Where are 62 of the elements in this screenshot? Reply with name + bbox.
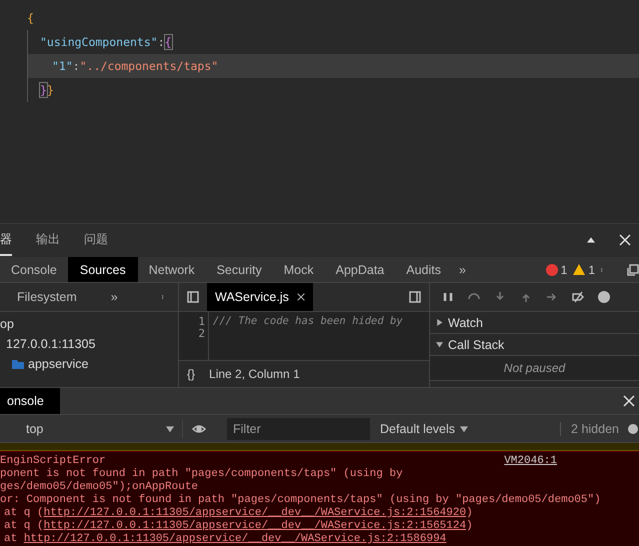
source-link[interactable]: VM2046:1	[504, 454, 557, 467]
filter-field[interactable]: Filter	[227, 418, 370, 440]
tree-item[interactable]: appservice	[28, 357, 88, 372]
devtools-tab[interactable]: Audits	[395, 256, 452, 282]
dock-icon[interactable]	[627, 264, 639, 276]
close-icon[interactable]	[619, 234, 631, 246]
collapsed-icon[interactable]	[436, 319, 443, 326]
navigator-tab[interactable]: Filesystem	[10, 290, 84, 304]
warning-icon	[573, 264, 586, 276]
code-line: {	[26, 10, 35, 27]
devtools-tab[interactable]: Mock	[272, 256, 325, 282]
levels-dropdown[interactable]: Default levels	[380, 422, 468, 436]
context-select[interactable]: top	[0, 420, 183, 438]
sidebar-toggle-icon[interactable]	[409, 291, 421, 304]
error-text: ges/demo05/demo05");onAppRoute	[0, 480, 198, 494]
error-text: or: Component is not found in path "pages/components/taps" (using by "pages/demo05/demo05")	[0, 494, 601, 507]
step-icon[interactable]	[546, 291, 558, 304]
expanded-icon[interactable]	[436, 341, 443, 348]
more-tabs-button[interactable]: »	[452, 256, 473, 282]
error-icon	[546, 264, 558, 276]
stack-line: at q (http://127.0.0.1:11305/appservice/__dev__/WAService.js:2:1564920)	[3, 506, 473, 520]
sidebar-toggle-icon[interactable]	[187, 291, 199, 304]
dropdown-icon	[460, 424, 468, 433]
devtools-tab[interactable]: Network	[138, 256, 206, 282]
stack-link[interactable]: http://127.0.0.1:11305/appservice/__dev__/WAService.js:2:1564920	[44, 506, 466, 519]
stack-link[interactable]: http://127.0.0.1:11305/appservice/__dev__/WAService.js:2:1586994	[24, 532, 446, 545]
warning-count: 1	[588, 262, 595, 277]
line-number: 2	[197, 327, 205, 340]
stack-line: at q (http://127.0.0.1:11305/appservice/__dev__/WAService.js:2:1565124)	[3, 520, 473, 533]
code-line: }}	[27, 78, 639, 102]
not-paused-message: Not paused	[430, 356, 639, 382]
file-tab[interactable]: WAService.js	[207, 283, 313, 312]
folder-icon	[12, 358, 24, 370]
deactivate-breakpoints-icon[interactable]	[572, 291, 584, 304]
cursor-position: Line 2, Column 1	[209, 366, 300, 381]
console-drawer-tab[interactable]: onsole	[0, 388, 60, 414]
hidden-count: 2 hidden	[560, 422, 619, 436]
dropdown-icon	[166, 424, 174, 433]
devtools-tab[interactable]: Console	[0, 256, 68, 282]
devtools-tab[interactable]: AppData	[324, 256, 396, 282]
error-count: 1	[560, 262, 568, 277]
stack-line: at http://127.0.0.1:11305/appservice/__dev__/WAService.js:2:1586994	[3, 532, 446, 546]
close-icon[interactable]	[623, 394, 635, 407]
code-comment: /// The code has been hided by	[213, 315, 403, 328]
panel-tab[interactable]: 问题	[84, 224, 108, 256]
error-text: EnginScriptError	[0, 454, 106, 468]
format-button[interactable]: {}	[187, 366, 196, 381]
devtools-tab[interactable]: Security	[206, 256, 273, 282]
error-text: ponent is not found in path "pages/components/taps" (using by	[0, 468, 403, 481]
more-tabs-button[interactable]: »	[104, 290, 125, 304]
step-out-icon[interactable]	[520, 291, 532, 304]
close-icon[interactable]	[296, 293, 305, 302]
tree-item[interactable]: 127.0.0.1:11305	[6, 337, 96, 352]
collapse-icon[interactable]	[587, 236, 595, 244]
panel-tab[interactable]: 输出	[36, 224, 60, 256]
pause-icon[interactable]	[442, 291, 454, 304]
line-number: 1	[197, 315, 205, 328]
devtools-tab[interactable]: Sources	[68, 256, 138, 282]
debugger-section[interactable]: Watch	[430, 312, 639, 334]
eye-icon[interactable]	[191, 422, 207, 435]
stack-link[interactable]: http://127.0.0.1:11305/appservice/__dev__/WAService.js:2:1565124	[44, 520, 466, 532]
tree-item[interactable]: op	[0, 317, 14, 332]
